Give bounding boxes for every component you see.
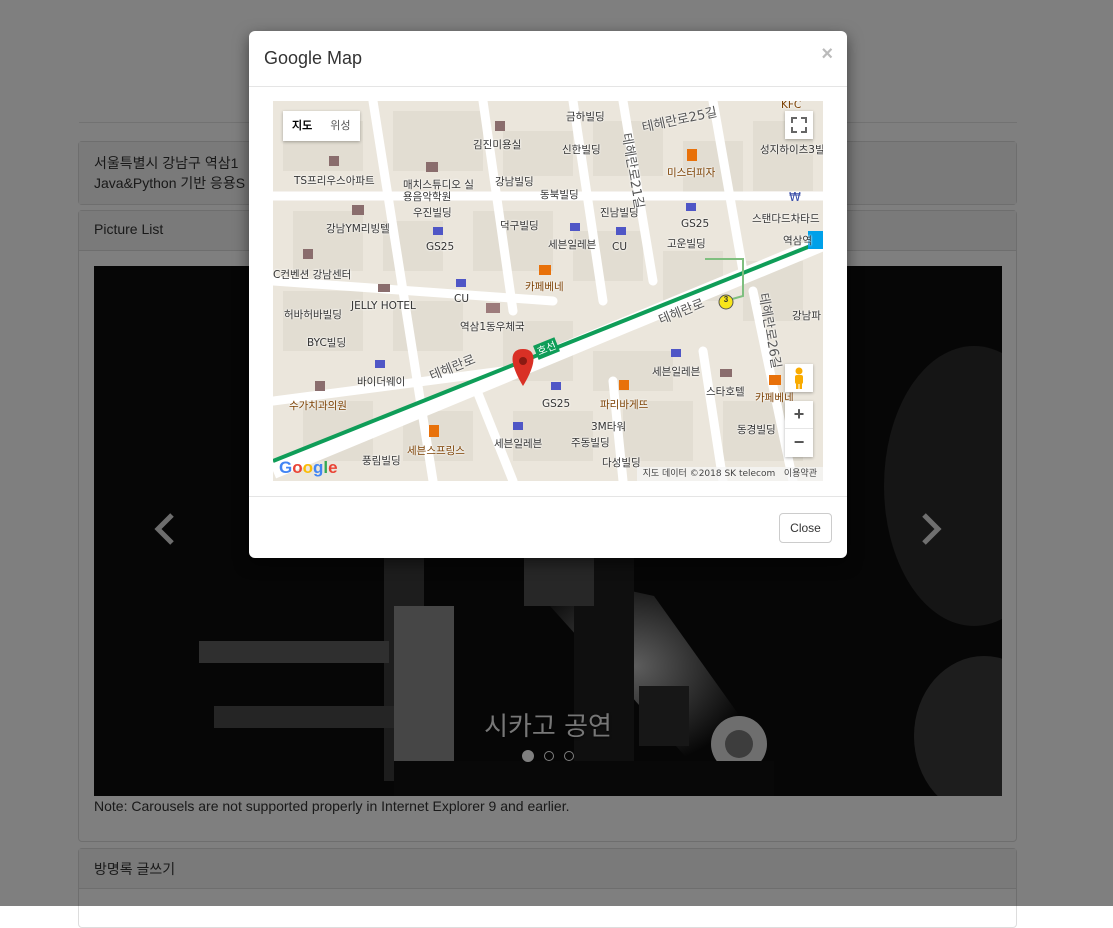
- map-label: TS프리우스아파트: [294, 175, 375, 187]
- map-label: 바이더웨이: [357, 376, 406, 388]
- svg-text:₩: ₩: [789, 190, 801, 204]
- map-label: 역삼1동우체국: [460, 321, 525, 333]
- fullscreen-button[interactable]: [785, 111, 813, 139]
- modal-footer: Close: [249, 496, 847, 558]
- map-label: 세븐일레븐: [548, 239, 597, 251]
- map-label: 풍림빌딩: [362, 455, 401, 467]
- map-label: 강남빌딩: [495, 176, 534, 188]
- map-label: 세븐스프링스: [407, 445, 465, 457]
- map-label: BYC빌딩: [307, 337, 347, 349]
- modal-title: Google Map: [264, 48, 363, 68]
- map-label: GS25: [542, 398, 571, 410]
- map-label: C컨벤션 강남센터: [273, 269, 352, 281]
- map-type-control: 지도 위성: [283, 111, 360, 141]
- pegman-icon: [795, 367, 803, 389]
- map-label: 강남YM리빙텔: [326, 223, 390, 235]
- map-label: 덕구빌딩: [500, 220, 539, 232]
- map-label: 동경빌딩: [737, 424, 776, 436]
- map-label: KFC: [781, 101, 802, 111]
- modal-header: Google Map ×: [249, 31, 847, 87]
- map-label: 파리바게뜨: [600, 399, 649, 411]
- fullscreen-icon: [791, 117, 807, 133]
- map-label: CU: [454, 293, 470, 305]
- map-label: 금하빌딩: [566, 111, 605, 123]
- map-label: 수가치과의원: [289, 400, 347, 412]
- map-label: 스탠다드차타드: [752, 213, 820, 225]
- map-label: 강남파: [792, 310, 821, 322]
- map-label: 3M타워: [591, 421, 627, 433]
- subway-line-badge: 3: [723, 295, 729, 304]
- map-label: GS25: [426, 241, 455, 253]
- map-label: 매치스튜디오 실용음악학원: [403, 179, 474, 203]
- map-label: 세븐일레븐: [652, 366, 701, 378]
- map-attribution: 지도 데이터 ©2018 SK telecom 이용약관: [636, 467, 823, 481]
- map-label: JELLY HOTEL: [351, 300, 416, 312]
- map-label: 주동빌딩: [571, 437, 610, 449]
- map-modal: Google Map × ₩ 금하빌딩 테헤란로25길 KFC 김진미용실 신한…: [249, 31, 847, 558]
- map-label: 우진빌딩: [413, 207, 452, 219]
- zoom-out-button[interactable]: −: [785, 429, 813, 456]
- zoom-control: + −: [785, 401, 813, 457]
- close-button[interactable]: Close: [779, 513, 832, 543]
- modal-close-icon[interactable]: ×: [821, 43, 833, 66]
- map-label: 허바허바빌딩: [284, 309, 342, 321]
- map-label: 성지하이츠3빌: [760, 144, 823, 156]
- map-label: 김진미용실: [473, 139, 522, 151]
- map-label: 다성빌딩: [602, 457, 641, 469]
- street-view-button[interactable]: [785, 364, 813, 392]
- map-label: 동북빌딩: [540, 189, 579, 201]
- google-logo: Google: [279, 458, 338, 477]
- map-type-satellite-button[interactable]: 위성: [321, 111, 359, 141]
- map-type-map-button[interactable]: 지도: [283, 111, 321, 141]
- map-data-credit: 지도 데이터 ©2018 SK telecom: [642, 469, 776, 479]
- map-label: 고운빌딩: [667, 238, 706, 250]
- map-label: 미스터피자: [667, 167, 716, 179]
- map-label: 신한빌딩: [562, 144, 601, 156]
- map-label: GS25: [681, 218, 710, 230]
- map-terms-link[interactable]: 이용약관: [784, 469, 817, 479]
- map-label: 카페베네: [525, 281, 564, 293]
- map-label: CU: [612, 241, 628, 253]
- map-label: 스타호텔: [706, 386, 745, 398]
- map-label: 역삼역: [783, 235, 812, 247]
- google-map[interactable]: ₩ 금하빌딩 테헤란로25길 KFC 김진미용실 신한빌딩 성지하이츠3빌 TS…: [273, 101, 823, 481]
- map-label: 세븐일레븐: [494, 438, 543, 450]
- zoom-in-button[interactable]: +: [785, 401, 813, 429]
